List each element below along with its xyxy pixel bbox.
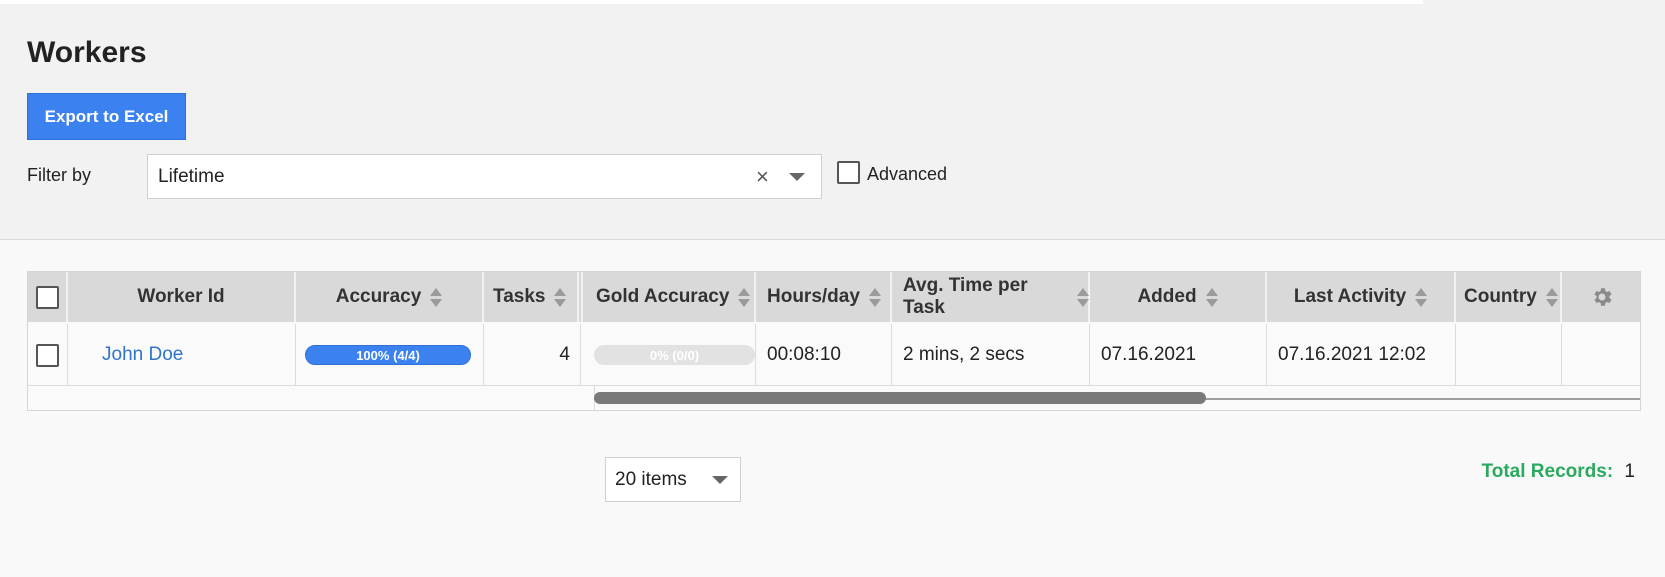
cell-country (1456, 324, 1562, 386)
sort-icon[interactable] (1205, 286, 1218, 308)
sort-icon[interactable] (554, 286, 567, 308)
page-title: Workers (27, 36, 147, 69)
column-label: Tasks (493, 286, 546, 307)
export-to-excel-button[interactable]: Export to Excel (27, 93, 186, 140)
column-label: Country (1464, 286, 1537, 307)
page-size-value: 20 items (615, 468, 687, 490)
column-header-country[interactable]: Country (1456, 272, 1562, 322)
row-checkbox[interactable] (36, 343, 59, 367)
sort-icon[interactable] (430, 286, 443, 308)
column-header-added[interactable]: Added (1090, 272, 1267, 322)
column-header-tasks[interactable]: Tasks (484, 272, 579, 322)
select-all-cell (28, 272, 68, 322)
cell-settings (1562, 324, 1640, 386)
sort-icon[interactable] (1545, 286, 1558, 308)
total-records: Total Records: 1 (1482, 461, 1635, 483)
gear-icon[interactable] (1590, 285, 1614, 309)
filter-label: Filter by (27, 165, 92, 185)
column-header-gold-accuracy[interactable]: Gold Accuracy (581, 272, 756, 322)
column-label: Accuracy (335, 286, 422, 307)
column-header-worker-id[interactable]: Worker Id (68, 272, 296, 322)
total-records-label: Total Records: (1481, 461, 1614, 482)
last-activity-value: 07.16.2021 12:02 (1278, 344, 1426, 365)
chevron-down-icon[interactable] (712, 476, 728, 484)
cell-added: 07.16.2021 (1090, 324, 1267, 386)
accuracy-progress-bar: 100% (4/4) (305, 345, 471, 365)
column-header-avg-time-per-task[interactable]: Avg. Time per Task (892, 272, 1090, 322)
filter-select[interactable]: Lifetime × (147, 154, 822, 199)
sort-icon[interactable] (1415, 286, 1428, 308)
gold-accuracy-progress-bar: 0% (0/0) (594, 345, 755, 365)
column-header-hours-per-day[interactable]: Hours/day (756, 272, 892, 322)
column-label: Gold Accuracy (596, 286, 730, 307)
sort-icon[interactable] (738, 286, 751, 308)
column-label: Added (1137, 286, 1197, 307)
cell-accuracy: 100% (4/4) (296, 324, 484, 386)
total-records-value: 1 (1624, 461, 1635, 482)
tasks-value: 4 (559, 344, 570, 365)
select-all-checkbox[interactable] (35, 285, 59, 309)
grid-header: Worker Id Accuracy Tasks Gold Accuracy H… (28, 272, 1640, 322)
column-header-last-activity[interactable]: Last Activity (1267, 272, 1456, 322)
worker-link[interactable]: John Doe (102, 344, 183, 366)
sort-icon[interactable] (1076, 286, 1090, 308)
advanced-checkbox[interactable] (837, 161, 860, 184)
cell-last-activity: 07.16.2021 12:02 (1267, 324, 1456, 386)
column-label: Last Activity (1293, 286, 1407, 307)
column-label: Hours/day (767, 286, 860, 307)
header-panel: Workers Export to Excel Filter by Lifeti… (0, 0, 1665, 240)
column-label: Avg. Time per Task (903, 275, 1028, 318)
hours-per-day-value: 00:08:10 (767, 344, 841, 365)
accuracy-text: 100% (4/4) (356, 347, 420, 363)
clear-icon[interactable]: × (756, 164, 769, 190)
chevron-down-icon[interactable] (789, 173, 805, 181)
column-label: Worker Id (137, 286, 225, 307)
cell-tasks: 4 (484, 324, 581, 386)
workers-grid: Worker Id Accuracy Tasks Gold Accuracy H… (27, 271, 1641, 411)
column-settings-cell (1562, 272, 1640, 322)
cell-gold-accuracy: 0% (0/0) (581, 324, 756, 386)
advanced-label[interactable]: Advanced (867, 164, 947, 185)
page-size-select[interactable]: 20 items (605, 457, 741, 502)
cell-worker-id: John Doe (68, 324, 296, 386)
row-select-cell (28, 324, 68, 386)
gold-accuracy-text: 0% (0/0) (649, 347, 700, 363)
horizontal-scrollbar-thumb[interactable] (594, 392, 1206, 404)
sort-icon[interactable] (868, 286, 881, 308)
table-row[interactable]: John Doe 100% (4/4) 4 0% (0/0) 00:08:10 … (28, 324, 1640, 386)
added-value: 07.16.2021 (1101, 344, 1197, 365)
column-header-accuracy[interactable]: Accuracy (296, 272, 484, 322)
avg-time-value: 2 mins, 2 secs (903, 344, 1025, 365)
cell-avg-time-per-task: 2 mins, 2 secs (892, 324, 1090, 386)
filter-value: Lifetime (158, 165, 225, 187)
cell-hours-per-day: 00:08:10 (756, 324, 892, 386)
